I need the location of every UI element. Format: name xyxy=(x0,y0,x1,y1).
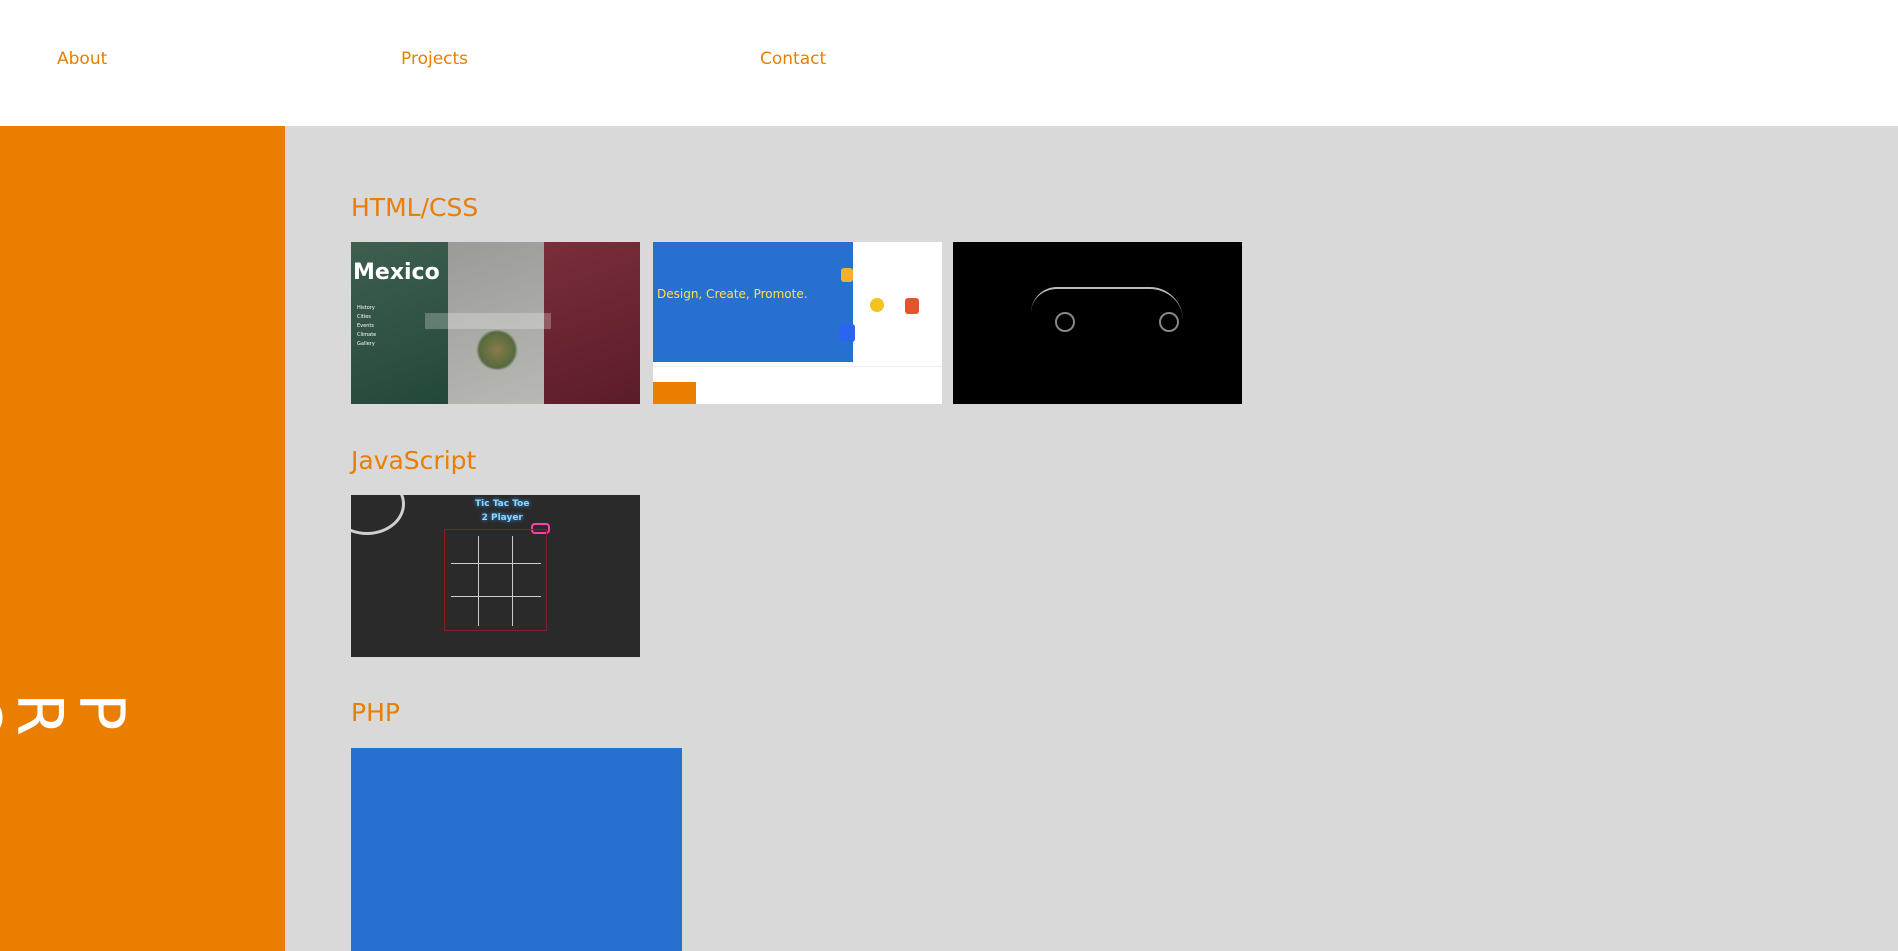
car-wheel-icon xyxy=(1159,312,1179,332)
sidebar-title-letter: O xyxy=(0,693,14,742)
mexico-menu-item: History xyxy=(357,305,375,311)
sidebar-title-letter: P xyxy=(65,693,138,731)
velocity-logo-icon xyxy=(1075,248,1120,268)
section-heading-php: PHP xyxy=(351,698,400,727)
promote-headline: Design, Create, Promote. xyxy=(657,287,808,301)
sidebar-vertical-title: P R O J E xyxy=(0,693,138,760)
html5-badge-icon xyxy=(905,298,919,314)
tictactoe-title-line: 2 Player xyxy=(481,513,523,523)
nav-link-projects[interactable]: Projects xyxy=(401,49,468,69)
project-thumb-mexico[interactable]: Mexico History Cities Events Climate Gal… xyxy=(351,242,640,404)
sidebar-panel: P R O J E xyxy=(0,126,285,951)
tictactoe-board xyxy=(444,529,547,631)
css3-badge-icon xyxy=(839,324,855,342)
mexico-menu-item: Gallery xyxy=(357,341,375,347)
car-wheel-icon xyxy=(1055,312,1075,332)
eagle-emblem-icon xyxy=(475,330,519,370)
nav-link-contact[interactable]: Contact xyxy=(760,49,826,69)
mexico-menu-item: Events xyxy=(357,323,374,329)
mexico-menu: History Cities Events Climate Gallery xyxy=(357,304,376,349)
mexico-menu-item: Climate xyxy=(357,332,377,338)
mexico-banner xyxy=(425,313,551,329)
promote-orange-block xyxy=(653,382,696,404)
project-thumb-velocity-autoworks[interactable] xyxy=(953,242,1242,404)
project-thumb-php[interactable] xyxy=(351,748,682,951)
lightbulb-icon xyxy=(870,298,884,312)
top-navigation: About Projects Contact xyxy=(0,0,1898,126)
grid-line xyxy=(512,536,513,626)
project-thumb-tictactoe[interactable]: Tic Tac Toe 2 Player xyxy=(351,495,640,657)
js-badge-icon xyxy=(841,268,853,282)
grid-line xyxy=(451,563,541,564)
nav-link-about[interactable]: About xyxy=(57,49,107,69)
project-thumb-promote[interactable]: Design, Create, Promote. xyxy=(653,242,942,404)
sidebar-title-letter: R xyxy=(3,693,76,737)
tictactoe-title: Tic Tac Toe 2 Player xyxy=(475,497,529,525)
info-circle xyxy=(351,495,405,535)
flag-red-band xyxy=(544,242,640,404)
tictactoe-title-line: Tic Tac Toe xyxy=(475,499,530,509)
section-heading-javascript: JavaScript xyxy=(351,446,477,475)
grid-line xyxy=(451,596,541,597)
mexico-menu-item: Cities xyxy=(357,314,371,320)
grid-line xyxy=(478,536,479,626)
mexico-title: Mexico xyxy=(353,260,440,285)
section-heading-html-css: HTML/CSS xyxy=(351,193,479,222)
promote-nav-strip xyxy=(653,366,942,385)
promote-hero xyxy=(653,242,853,362)
